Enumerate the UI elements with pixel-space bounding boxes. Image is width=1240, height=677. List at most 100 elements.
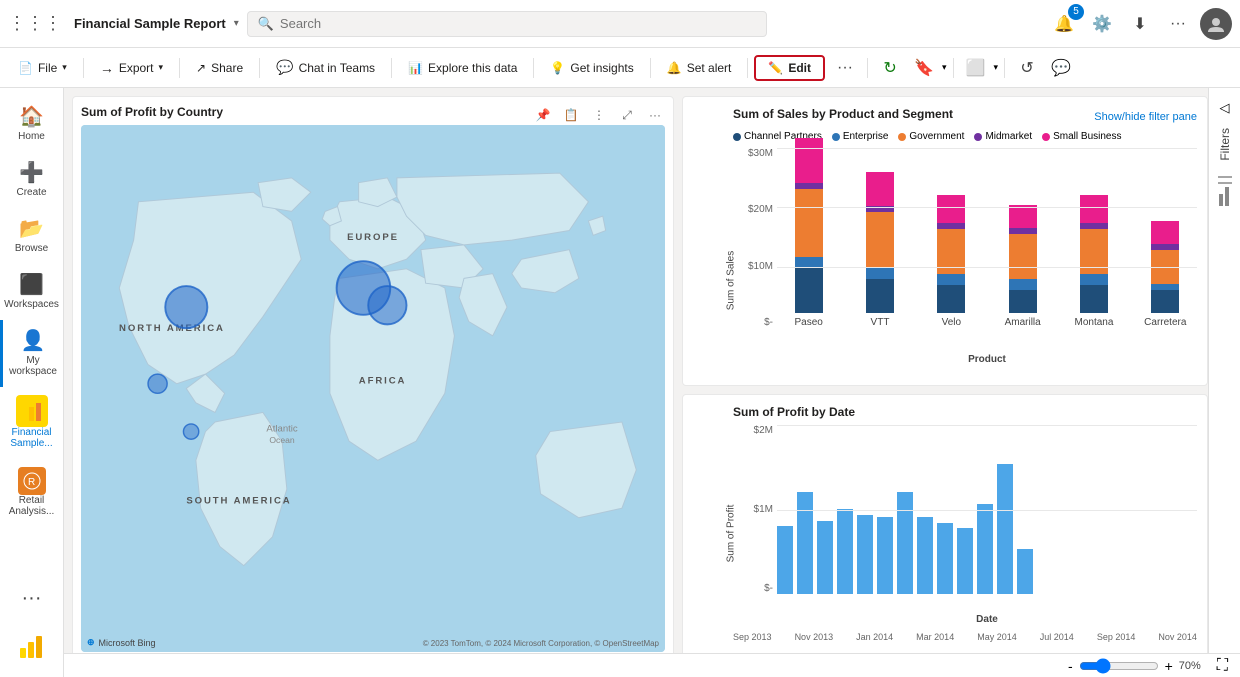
alert-button[interactable]: 🔔 Set alert (657, 57, 742, 79)
map-chart-controls: 📌 📋 ⋮ ⤢ ··· (531, 103, 667, 127)
collapse-filter-button[interactable]: ◁ (1216, 96, 1234, 120)
sidebar-item-retail[interactable]: R Retail Analysis... (3, 459, 61, 525)
profit-bar[interactable] (797, 492, 813, 594)
bar-segment (866, 279, 894, 313)
profit-bar[interactable] (917, 517, 933, 594)
grid-line-profit-top (777, 425, 1197, 426)
insights-button[interactable]: 💡 Get insights (540, 57, 643, 79)
stacked-chart-card: Sum of Sales by Product and Segment Show… (682, 96, 1208, 386)
sidebar-item-more[interactable]: ··· (3, 579, 61, 620)
bar-segment (795, 268, 823, 313)
map-credit: ⊕ Microsoft Bing (87, 637, 156, 648)
insights-icon: 💡 (550, 61, 565, 75)
profit-bar[interactable] (857, 515, 873, 594)
map-svg: NORTH AMERICA EUROPE AFRICA SOUTH AMERIC… (81, 125, 665, 652)
financial-label: Financial Sample... (7, 427, 57, 449)
stacked-bar[interactable] (1009, 205, 1037, 313)
top-bar-right: 🔔 5 ⚙️ ⬇ ··· (1048, 8, 1232, 40)
bing-icon: ⊕ (87, 637, 95, 648)
file-button[interactable]: 📄 File ▾ (8, 57, 77, 79)
profit-x-label: Nov 2014 (1158, 632, 1197, 642)
search-input[interactable] (280, 16, 756, 31)
edit-icon: ✏️ (768, 61, 783, 75)
bar-segment (937, 195, 965, 223)
bar-group: VTT (848, 172, 911, 328)
sidebar-item-home[interactable]: 🏠 Home (3, 96, 61, 150)
app-title-chevron[interactable]: ▾ (234, 18, 239, 29)
avatar[interactable] (1200, 8, 1232, 40)
stacked-bar[interactable] (866, 172, 894, 313)
profit-x-label: Jan 2014 (856, 632, 893, 642)
explore-button[interactable]: 📊 Explore this data (398, 57, 527, 79)
profit-bar[interactable] (957, 528, 973, 594)
profit-bar[interactable] (777, 526, 793, 594)
fullscreen-toggle[interactable]: ⛶ (1217, 657, 1228, 675)
bar-segment (1151, 221, 1179, 244)
edit-button[interactable]: ✏️ Edit (754, 55, 825, 81)
reload-button[interactable]: ↺ (1011, 52, 1043, 84)
share-button[interactable]: ↗ Share (186, 57, 253, 79)
more-button[interactable]: ··· (1162, 8, 1194, 40)
toolbar: 📄 File ▾ → Export ▾ ↗ Share 💬 Chat in Te… (0, 48, 1240, 88)
sidebar-item-workspaces[interactable]: ⬛ Workspaces (3, 264, 61, 318)
profit-bar[interactable] (877, 517, 893, 594)
divider-10 (1004, 58, 1005, 78)
fullscreen-chevron[interactable]: ▾ (994, 62, 999, 73)
toolbar-more-button[interactable]: ··· (829, 52, 861, 84)
map-copy-button[interactable]: 📋 (559, 103, 583, 127)
comment-button[interactable]: 💬 (1045, 52, 1077, 84)
settings-button[interactable]: ⚙️ (1086, 8, 1118, 40)
stacked-bar[interactable] (937, 195, 965, 313)
bar-segment (866, 172, 894, 206)
my-workspace-icon: 👤 (21, 328, 46, 353)
legend-dot (898, 133, 906, 141)
sidebar-item-create[interactable]: ➕ Create (3, 152, 61, 206)
profit-bar[interactable] (817, 521, 833, 594)
grid-line-1 (777, 207, 1197, 208)
zoom-level: 70% (1179, 660, 1211, 672)
bar-group: Carretera (1134, 221, 1197, 328)
chat-teams-button[interactable]: 💬 Chat in Teams (266, 55, 385, 80)
refresh-button[interactable]: ↻ (874, 52, 906, 84)
sidebar-item-browse[interactable]: 📂 Browse (3, 208, 61, 262)
stacked-bar[interactable] (1080, 195, 1108, 313)
bookmark-chevron[interactable]: ▾ (942, 62, 947, 73)
profit-bar[interactable] (997, 464, 1013, 594)
search-box[interactable]: 🔍 (247, 11, 767, 37)
bar-group: Montana (1062, 195, 1125, 328)
map-pin-button[interactable]: 📌 (531, 103, 555, 127)
sidebar-item-my-workspace[interactable]: 👤 My workspace (3, 320, 63, 385)
map-chart-card: Sum of Profit by Country 📌 📋 ⋮ ⤢ ··· (72, 96, 674, 669)
bar-segment (1080, 195, 1108, 223)
download-button[interactable]: ⬇ (1124, 8, 1156, 40)
zoom-slider[interactable] (1079, 658, 1159, 674)
stacked-bar[interactable] (795, 138, 823, 313)
profit-bar[interactable] (897, 492, 913, 594)
notification-bell[interactable]: 🔔 5 (1048, 8, 1080, 40)
legend-label: Government (909, 131, 964, 142)
map-filter-button[interactable]: ⋮ (587, 103, 611, 127)
fullscreen-button[interactable]: ⬜ (960, 52, 992, 84)
map-more-button[interactable]: ··· (643, 103, 667, 127)
main-layout: 🏠 Home ➕ Create 📂 Browse ⬛ Workspaces 👤 … (0, 88, 1240, 677)
export-button[interactable]: → Export ▾ (90, 56, 173, 80)
profit-bar[interactable] (837, 509, 853, 594)
profit-chart-title: Sum of Profit by Date (733, 405, 1197, 419)
profit-x-axis-label: Date (777, 614, 1197, 625)
grid-icon[interactable]: ⋮⋮⋮ (8, 13, 62, 34)
show-hide-filter-button[interactable]: Show/hide filter pane (1094, 111, 1197, 123)
bookmark-button[interactable]: 🔖 (908, 52, 940, 84)
profit-bar[interactable] (1017, 549, 1033, 594)
create-label: Create (16, 187, 46, 198)
zoom-in-button[interactable]: + (1165, 658, 1173, 674)
sidebar-item-financial[interactable]: Financial Sample... (3, 387, 61, 457)
app-title: Financial Sample Report (74, 16, 226, 31)
profit-bar[interactable] (937, 523, 953, 594)
zoom-out-button[interactable]: - (1068, 658, 1073, 674)
profit-y-tick: $2M (754, 425, 773, 436)
browse-label: Browse (15, 243, 48, 254)
map-expand-button[interactable]: ⤢ (615, 103, 639, 127)
bing-label: Microsoft Bing (99, 638, 156, 648)
filters-label[interactable]: Filters (1218, 128, 1232, 161)
profit-bar[interactable] (977, 504, 993, 594)
